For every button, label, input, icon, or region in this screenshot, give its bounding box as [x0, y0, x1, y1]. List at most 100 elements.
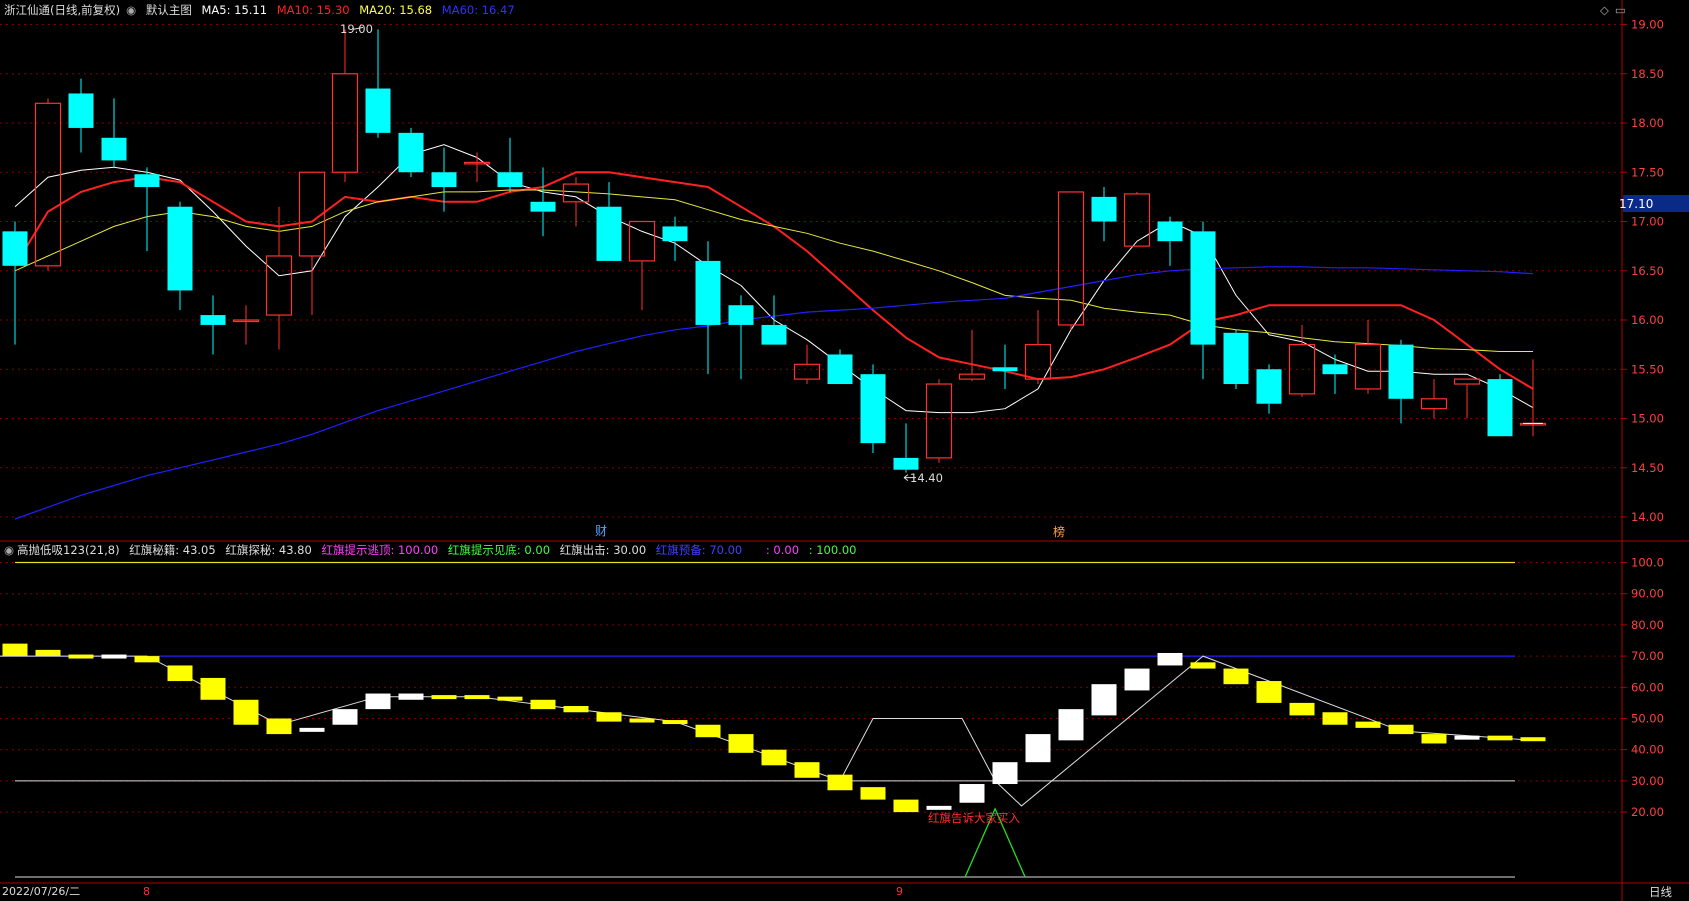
sub-legend-item: 红旗出击: 30.00	[559, 543, 647, 557]
sub-legend-item: 红旗提示见底: 0.00	[447, 543, 551, 557]
indicator-block	[1454, 735, 1480, 740]
sub-legend-item: : 100.00	[808, 543, 857, 557]
candle-body	[1256, 369, 1282, 404]
month-label-9: 9	[896, 885, 903, 898]
indicator-block	[2, 643, 28, 657]
y-tick-label: 17.00	[1631, 215, 1664, 229]
indicator-block	[1322, 712, 1348, 725]
indicator-block	[1091, 684, 1117, 716]
candle-body	[530, 201, 556, 212]
main-chart-label[interactable]: 默认主图	[146, 3, 192, 17]
ma60-label: MA60: 16.47	[441, 3, 515, 17]
sub-y-tick-label: 30.00	[1631, 774, 1664, 788]
candle-body	[893, 457, 919, 470]
high-price-label: 19.00	[340, 22, 373, 36]
indicator-block	[332, 709, 358, 725]
indicator-block	[959, 784, 985, 803]
finance-marker[interactable]: 财	[595, 524, 607, 538]
sub-legend-item: 红旗秘籍: 43.05	[129, 543, 216, 557]
ma20-label: MA20: 15.68	[359, 3, 433, 17]
sub-legend: ◉ 高抛低吸123(21,8) 红旗秘籍: 43.05 红旗探秘: 43.80 红…	[4, 543, 862, 557]
candle	[827, 349, 853, 385]
sub-legend-item: 红旗探秘: 43.80	[225, 543, 312, 557]
indicator-block	[1223, 668, 1249, 685]
indicator-block	[1421, 734, 1447, 744]
y-tick-label: 18.50	[1631, 67, 1664, 81]
ma5-label: MA5: 15.11	[201, 3, 268, 17]
diamond-icon[interactable]: ◇	[1600, 3, 1609, 17]
indicator-block	[365, 693, 391, 710]
main-legend: 浙江仙通(日线,前复权) ◉ 默认主图 MA5: 15.11 MA10: 15.3…	[4, 3, 521, 17]
indicator-block	[1487, 735, 1513, 741]
candle-body	[1322, 364, 1348, 375]
indicator-block	[827, 774, 853, 791]
indicator-block	[761, 749, 787, 766]
indicator-block	[497, 696, 523, 701]
indicator-block	[35, 649, 61, 657]
low-price-label: 14.40	[910, 471, 943, 485]
indicator-block	[266, 718, 292, 735]
indicator-block	[695, 724, 721, 738]
indicator-block	[233, 699, 259, 725]
indicator-block	[992, 762, 1018, 785]
y-tick-label: 18.00	[1631, 116, 1664, 130]
candle-body	[68, 93, 94, 128]
period-label[interactable]: 日线	[1649, 885, 1672, 899]
indicator-block	[68, 654, 94, 659]
indicator-block	[893, 799, 919, 813]
candle-body	[827, 354, 853, 385]
indicator-block	[200, 677, 226, 700]
indicator-block	[728, 734, 754, 753]
collapse-icon[interactable]: ▭	[1615, 3, 1626, 17]
indicator-block	[926, 805, 952, 810]
indicator-block	[1289, 702, 1315, 716]
y-tick-label: 14.00	[1631, 510, 1664, 524]
indicator-name[interactable]: 高抛低吸123(21,8)	[17, 543, 120, 557]
sub-legend-item: : 0.00	[765, 543, 800, 557]
indicator-block	[1157, 652, 1183, 666]
candle-body	[200, 315, 226, 325]
candle	[398, 127, 424, 178]
sub-y-tick-label: 70.00	[1631, 649, 1664, 663]
candle-body	[596, 206, 622, 261]
month-label-8: 8	[143, 885, 150, 898]
stock-chart[interactable]: 19.00 18.50 18.00 17.50 17.00 16.50 16.00 15.50…	[0, 0, 1689, 901]
candle-body	[431, 172, 457, 188]
sub-toggle-icon[interactable]: ◉	[4, 543, 14, 557]
indicator-block	[464, 695, 490, 700]
indicator-block	[1256, 681, 1282, 703]
sub-y-tick-label: 40.00	[1631, 743, 1664, 757]
indicator-block	[530, 699, 556, 710]
candle-body	[1223, 332, 1249, 385]
start-date-label: 2022/07/26/二	[2, 885, 80, 898]
rank-marker[interactable]: 榜	[1053, 524, 1065, 539]
indicator-block	[431, 695, 457, 700]
indicator-block	[794, 762, 820, 778]
indicator-block	[398, 693, 424, 700]
indicator-block	[596, 712, 622, 722]
candle-body	[695, 260, 721, 325]
candle-body	[728, 305, 754, 325]
indicator-block	[1355, 721, 1381, 728]
ma10-label: MA10: 15.30	[276, 3, 350, 17]
sub-legend-item: 红旗预备: 70.00	[655, 543, 743, 557]
indicator-block	[1520, 737, 1546, 742]
indicator-block	[299, 727, 325, 732]
candle-body	[1190, 231, 1216, 345]
candle-body	[1157, 221, 1183, 242]
y-tick-label: 19.00	[1631, 18, 1664, 32]
candle-body	[1487, 379, 1513, 437]
candle-body	[2, 231, 28, 266]
candle-body	[860, 374, 886, 444]
sub-y-tick-label: 20.00	[1631, 805, 1664, 819]
legend-toggle-icon[interactable]: ◉	[126, 3, 136, 17]
window-controls: ◇ ▭	[1600, 3, 1632, 17]
candle	[860, 364, 886, 453]
indicator-block	[1025, 734, 1051, 763]
candle	[1487, 374, 1513, 437]
stock-name[interactable]: 浙江仙通(日线,前复权)	[4, 3, 120, 17]
indicator-block	[167, 665, 193, 682]
indicator-block	[1190, 662, 1216, 669]
candle-body	[101, 137, 127, 161]
y-tick-label: 16.50	[1631, 264, 1664, 278]
